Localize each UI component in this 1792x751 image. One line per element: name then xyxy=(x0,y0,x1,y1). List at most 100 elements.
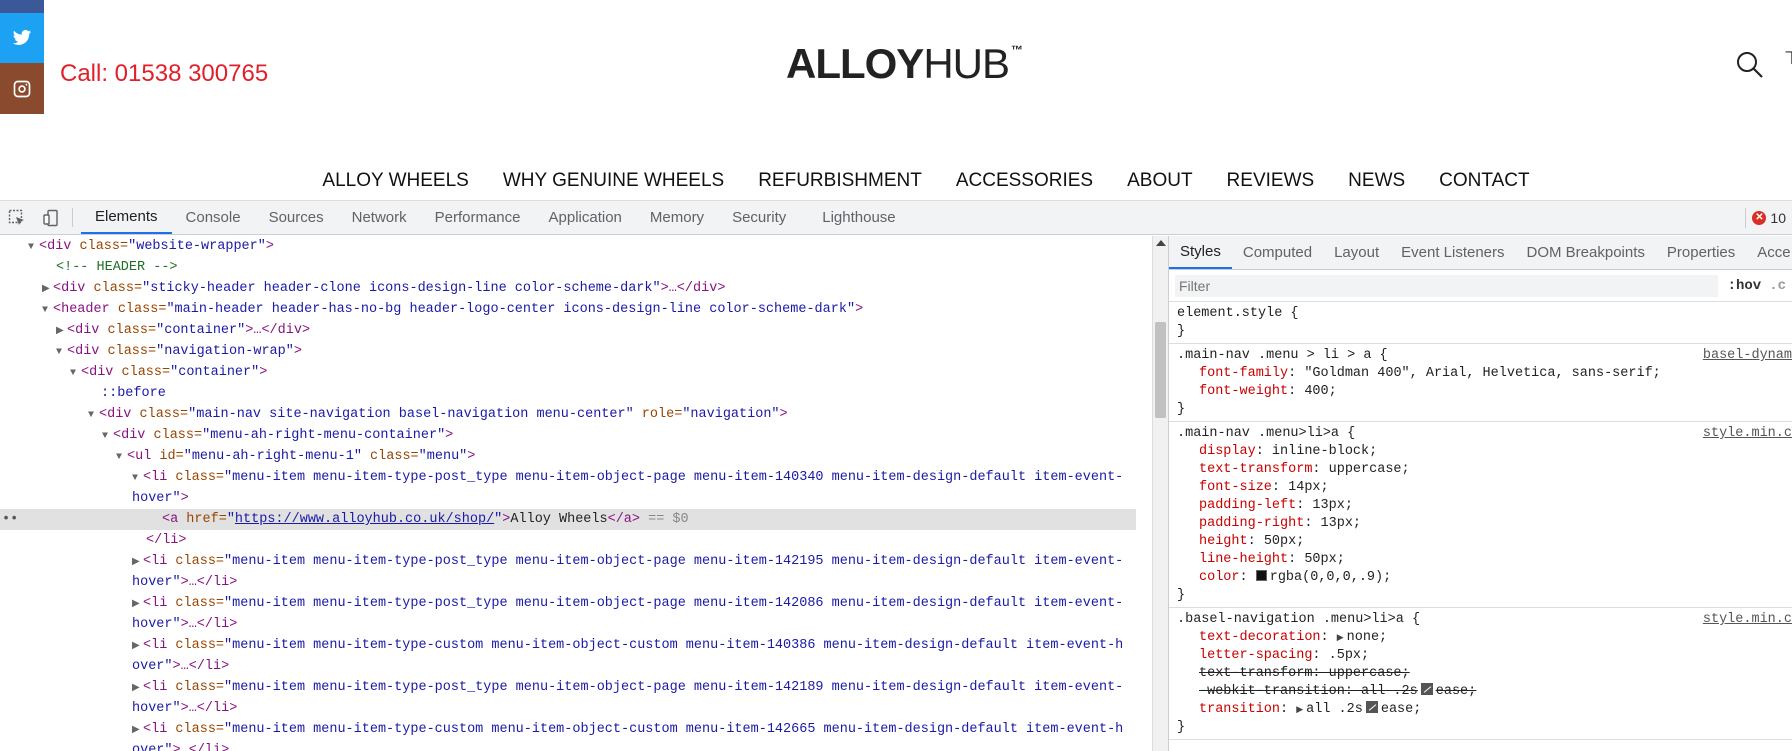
css-property[interactable]: text-transform: uppercase; xyxy=(1177,461,1786,479)
collapse-triangle-icon[interactable]: ▼ xyxy=(102,426,113,446)
expand-triangle-icon[interactable]: ▶ xyxy=(56,321,67,341)
inspect-element-button[interactable] xyxy=(0,201,34,234)
rule-source-link[interactable]: style.min.c xyxy=(1703,612,1792,627)
dom-node[interactable]: ▶ <li class="menu-item menu-item-type-cus… xyxy=(0,635,1136,656)
css-property-overridden[interactable]: -webkit-transition: all .2s ease; xyxy=(1177,683,1786,701)
tab-security[interactable]: Security xyxy=(718,201,800,234)
rule-selector[interactable]: .main-nav .menu>li>a { xyxy=(1177,425,1786,443)
tab-application[interactable]: Application xyxy=(535,201,636,234)
css-property[interactable]: letter-spacing: .5px; xyxy=(1177,647,1786,665)
expand-triangle-icon[interactable]: ▶ xyxy=(132,636,143,656)
collapse-triangle-icon[interactable]: ▼ xyxy=(132,468,143,488)
bezier-editor-icon[interactable] xyxy=(1420,683,1433,695)
rule-selector[interactable]: .basel-navigation .menu>li>a { xyxy=(1177,611,1786,629)
styles-filter-input[interactable] xyxy=(1175,274,1718,297)
css-rule[interactable]: .main-nav .menu > li > a { basel-dynam f… xyxy=(1169,344,1792,422)
elements-scrollbar[interactable] xyxy=(1152,236,1168,751)
nav-item-news[interactable]: NEWS xyxy=(1331,166,1422,200)
call-phone-text[interactable]: Call: 01538 300765 xyxy=(60,60,268,88)
scroll-up-icon[interactable] xyxy=(1156,240,1166,246)
expand-triangle-icon[interactable]: ▶ xyxy=(132,594,143,614)
tab-dom-breakpoints[interactable]: DOM Breakpoints xyxy=(1516,236,1656,269)
nav-item-contact[interactable]: CONTACT xyxy=(1422,166,1546,200)
rule-source-link[interactable]: style.min.c xyxy=(1703,426,1792,441)
expand-triangle-icon[interactable]: ▶ xyxy=(42,279,53,299)
dom-node[interactable]: ▶ <li class="menu-item menu-item-type-pos… xyxy=(0,593,1136,614)
search-icon[interactable] xyxy=(1735,50,1765,80)
tab-styles[interactable]: Styles xyxy=(1169,236,1232,269)
dom-node[interactable]: ▶ <li class="menu-item menu-item-type-cus… xyxy=(0,719,1136,740)
css-property[interactable]: padding-left: 13px; xyxy=(1177,497,1786,515)
instagram-link[interactable] xyxy=(0,63,44,114)
rule-selector[interactable]: element.style { xyxy=(1177,305,1786,323)
dom-node-wrap[interactable]: over">…</li> xyxy=(0,740,1136,751)
css-property-overridden[interactable]: text-transform: uppercase; xyxy=(1177,665,1786,683)
css-rule-element-style[interactable]: element.style { } xyxy=(1169,302,1792,344)
error-counter[interactable]: ✕ 10 xyxy=(1745,208,1792,228)
collapse-triangle-icon[interactable]: ▼ xyxy=(42,300,53,320)
nav-item-accessories[interactable]: ACCESSORIES xyxy=(939,166,1110,200)
dom-node[interactable]: ▼ <div class="container"> xyxy=(0,362,1136,383)
dom-node[interactable]: ▼ <li class="menu-item menu-item-type-pos… xyxy=(0,467,1136,488)
expand-triangle-icon[interactable]: ▶ xyxy=(132,720,143,740)
dom-node-wrap[interactable]: over">…</li> xyxy=(0,656,1136,677)
nav-item-alloy-wheels[interactable]: ALLOY WHEELS xyxy=(305,166,485,200)
css-property[interactable]: height: 50px; xyxy=(1177,533,1786,551)
tab-elements[interactable]: Elements xyxy=(81,201,172,234)
dom-node-wrap[interactable]: hover"> xyxy=(0,488,1136,509)
dom-node[interactable]: ▶ <div class="container">…</div> xyxy=(0,320,1136,341)
css-property[interactable]: color: rgba(0,0,0,.9); xyxy=(1177,569,1786,587)
color-swatch-icon[interactable] xyxy=(1255,570,1267,581)
tab-memory[interactable]: Memory xyxy=(636,201,718,234)
css-property[interactable]: font-weight: 400; xyxy=(1177,383,1786,401)
class-toggle[interactable]: .c xyxy=(1769,278,1786,294)
dom-node[interactable]: ▼ <header class="main-header header-has-n… xyxy=(0,299,1136,320)
dom-node[interactable]: ▼ <div class="main-nav site-navigation ba… xyxy=(0,404,1136,425)
dom-node[interactable]: </li> xyxy=(0,530,1136,551)
collapse-triangle-icon[interactable]: ▼ xyxy=(56,342,67,362)
css-rule[interactable]: .basel-navigation .menu>li>a { style.min… xyxy=(1169,608,1792,740)
css-rule[interactable]: .main-nav .menu>li>a { style.min.c displ… xyxy=(1169,422,1792,608)
facebook-link[interactable] xyxy=(0,0,44,13)
cart-icon[interactable]: ⊤ xyxy=(1784,48,1792,69)
nav-item-why-genuine-wheels[interactable]: WHY GENUINE WHEELS xyxy=(486,166,741,200)
tab-network[interactable]: Network xyxy=(338,201,421,234)
device-toolbar-button[interactable] xyxy=(34,201,68,234)
css-property[interactable]: text-decoration: ▶ none; xyxy=(1177,629,1786,647)
dom-node[interactable]: ▼ <ul id="menu-ah-right-menu-1" class="me… xyxy=(0,446,1136,467)
nav-item-reviews[interactable]: REVIEWS xyxy=(1210,166,1332,200)
css-property[interactable]: font-size: 14px; xyxy=(1177,479,1786,497)
hover-state-toggle[interactable]: :hov xyxy=(1728,278,1762,294)
more-dots-icon[interactable]: •• xyxy=(2,509,18,530)
tab-event-listeners[interactable]: Event Listeners xyxy=(1390,236,1515,269)
tab-layout[interactable]: Layout xyxy=(1323,236,1390,269)
dom-node-wrap[interactable]: hover">…</li> xyxy=(0,698,1136,719)
collapse-triangle-icon[interactable]: ▼ xyxy=(88,405,99,425)
collapse-triangle-icon[interactable]: ▼ xyxy=(28,237,39,257)
tab-performance[interactable]: Performance xyxy=(421,201,535,234)
css-property[interactable]: display: inline-block; xyxy=(1177,443,1786,461)
collapse-triangle-icon[interactable]: ▼ xyxy=(70,363,81,383)
tab-properties[interactable]: Properties xyxy=(1656,236,1746,269)
nav-item-about[interactable]: ABOUT xyxy=(1110,166,1209,200)
dom-pseudo[interactable]: ::before xyxy=(0,383,1136,404)
dom-node[interactable]: ▶ <li class="menu-item menu-item-type-pos… xyxy=(0,677,1136,698)
dom-node[interactable]: ▼ <div class="navigation-wrap"> xyxy=(0,341,1136,362)
css-property[interactable]: line-height: 50px; xyxy=(1177,551,1786,569)
tab-sources[interactable]: Sources xyxy=(255,201,338,234)
css-property[interactable]: padding-right: 13px; xyxy=(1177,515,1786,533)
rule-source-link[interactable]: basel-dynam xyxy=(1703,348,1792,363)
bezier-editor-icon[interactable] xyxy=(1365,701,1378,713)
tab-lighthouse[interactable]: Lighthouse xyxy=(808,201,909,234)
twitter-link[interactable] xyxy=(0,13,44,63)
expand-shorthand-icon[interactable]: ▶ xyxy=(1296,705,1303,715)
dom-node[interactable]: ▼ <div class="menu-ah-right-menu-containe… xyxy=(0,425,1136,446)
expand-shorthand-icon[interactable]: ▶ xyxy=(1337,633,1344,643)
dom-node[interactable]: ▶ <li class="menu-item menu-item-type-pos… xyxy=(0,551,1136,572)
expand-triangle-icon[interactable]: ▶ xyxy=(132,552,143,572)
alloyhub-logo[interactable]: ALLOY HUB ™ xyxy=(786,42,1023,86)
css-property[interactable]: font-family: "Goldman 400", Arial, Helve… xyxy=(1177,365,1786,383)
dom-node-selected[interactable]: •• <a href="https://www.alloyhub.co.uk/sh… xyxy=(0,509,1136,530)
collapse-triangle-icon[interactable]: ▼ xyxy=(116,447,127,467)
tab-computed[interactable]: Computed xyxy=(1232,236,1323,269)
